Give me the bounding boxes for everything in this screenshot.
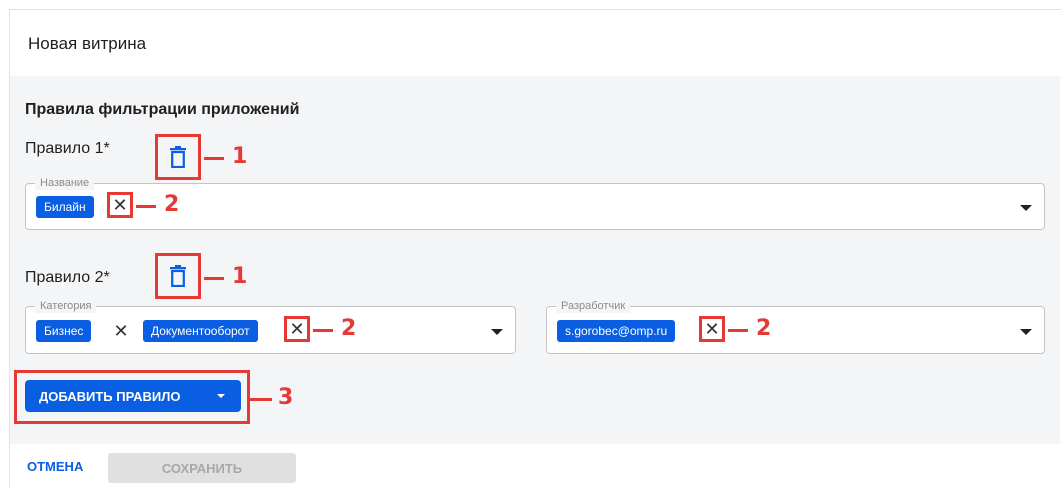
value-chip: Билайн [36, 196, 94, 218]
remove-chip-button[interactable]: ✕ [108, 318, 134, 344]
dialog-content: Правила фильтрации приложений Правило 1*… [10, 76, 1060, 444]
field-legend: Название [35, 176, 95, 190]
callout-number-1: 1 [232, 144, 248, 169]
caret-down-icon[interactable] [491, 329, 503, 335]
dialog-title: Новая витрина [28, 34, 147, 53]
trash-icon [170, 265, 186, 287]
callout-number-2: 2 [164, 192, 180, 217]
callout-number-2: 2 [756, 316, 772, 341]
add-rule-label: ДОБАВИТЬ ПРАВИЛО [39, 388, 181, 404]
remove-chip-button[interactable]: ✕ [284, 316, 310, 342]
callout-number-1: 1 [232, 264, 248, 289]
close-icon: ✕ [289, 318, 305, 339]
callout-line [728, 329, 748, 332]
rule-1-label: Правило 1* [25, 140, 110, 157]
add-rule-button[interactable]: ДОБАВИТЬ ПРАВИЛО [25, 380, 241, 412]
rule-1-name-field[interactable]: Название Билайн ✕ 2 [25, 176, 1045, 230]
new-showcase-dialog: Новая витрина Правила фильтрации приложе… [9, 9, 1061, 488]
rule-2-developer-field[interactable]: Разработчик s.gorobec@omp.ru ✕ 2 [546, 299, 1045, 354]
delete-rule-2-button[interactable] [155, 253, 201, 299]
close-icon: ✕ [113, 320, 129, 341]
callout-line [204, 157, 224, 160]
rule-2-label: Правило 2* [25, 269, 110, 286]
value-chip: s.gorobec@omp.ru [557, 320, 676, 342]
callout-number-2: 2 [341, 316, 357, 341]
cancel-button[interactable]: ОТМЕНА [27, 459, 83, 474]
caret-down-icon[interactable] [1020, 205, 1032, 211]
add-rule-highlight: ДОБАВИТЬ ПРАВИЛО [14, 370, 250, 424]
remove-chip-button[interactable]: ✕ [699, 316, 725, 342]
field-legend: Разработчик [556, 299, 631, 313]
delete-rule-1-button[interactable] [155, 134, 201, 180]
callout-number-3: 3 [278, 385, 294, 410]
save-button[interactable]: СОХРАНИТЬ [108, 453, 296, 483]
caret-down-icon[interactable] [1020, 329, 1032, 335]
callout-line [313, 329, 333, 332]
value-chip: Документооборот [143, 320, 258, 342]
callout-line [250, 398, 272, 401]
close-icon: ✕ [704, 318, 720, 339]
dialog-footer: ОТМЕНА СОХРАНИТЬ [10, 444, 1060, 488]
field-legend: Категория [35, 299, 97, 313]
trash-icon [170, 146, 186, 168]
remove-chip-button[interactable]: ✕ [107, 192, 133, 218]
close-icon: ✕ [112, 194, 128, 215]
value-chip: Бизнес [36, 320, 92, 342]
section-title: Правила фильтрации приложений [25, 101, 300, 118]
rule-2-category-field[interactable]: Категория Бизнес ✕ Документооборот ✕ 2 [25, 299, 516, 354]
caret-down-icon [217, 394, 225, 398]
callout-line [204, 277, 224, 280]
callout-line [136, 205, 156, 208]
